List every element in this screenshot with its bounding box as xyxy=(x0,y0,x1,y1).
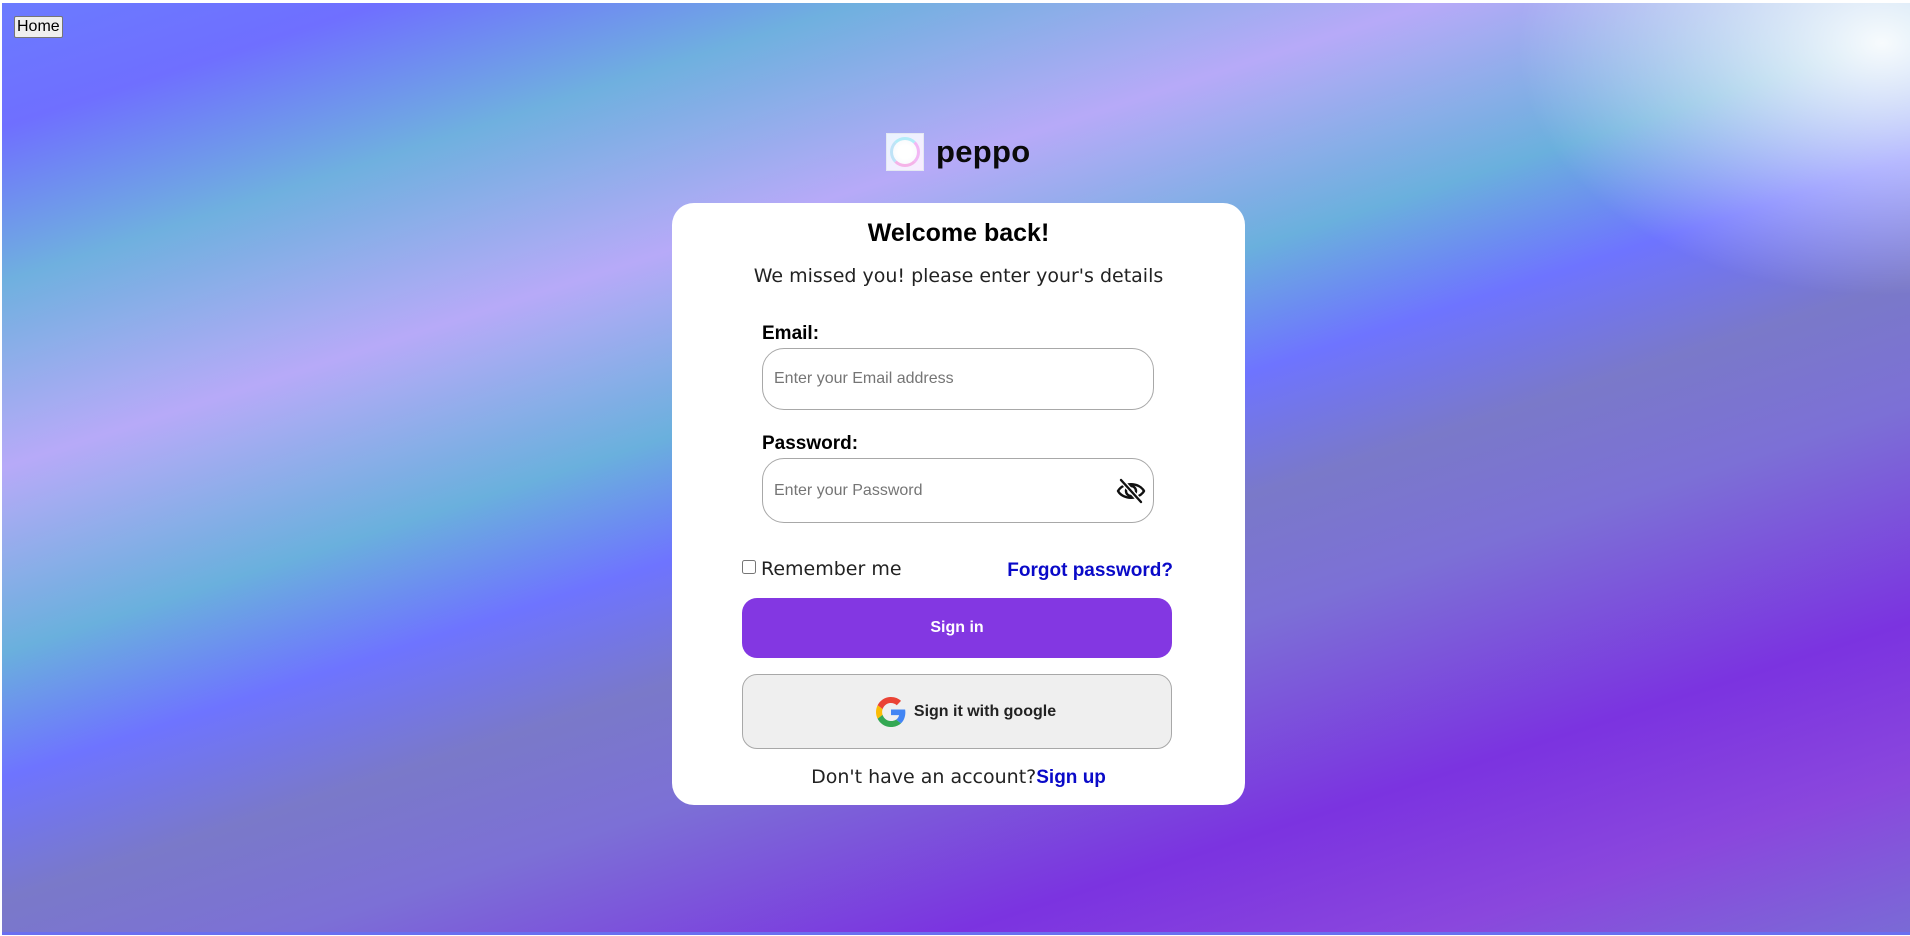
login-card: Welcome back! We missed you! please ente… xyxy=(672,203,1245,805)
brand-header: peppo xyxy=(886,133,1031,171)
sign-up-row: Don't have an account?Sign up xyxy=(672,766,1245,789)
page-subtitle: We missed you! please enter your's detai… xyxy=(753,265,1164,287)
email-field-box xyxy=(762,348,1154,410)
email-label: Email: xyxy=(762,323,820,344)
brand-name: peppo xyxy=(936,134,1031,169)
sign-up-link[interactable]: Sign up xyxy=(1036,767,1106,788)
password-label: Password: xyxy=(762,433,859,454)
password-field-box xyxy=(762,458,1154,523)
remember-me-checkbox[interactable] xyxy=(742,560,756,574)
peppo-logo-icon xyxy=(886,133,924,171)
page-title: Welcome back! xyxy=(867,219,1050,247)
forgot-password-link[interactable]: Forgot password? xyxy=(1007,560,1173,582)
password-field[interactable] xyxy=(774,459,1104,522)
page-background: Home peppo Welcome back! We missed you! … xyxy=(2,3,1910,935)
google-sign-in-button[interactable]: Sign it with google xyxy=(742,674,1172,749)
home-button[interactable]: Home xyxy=(14,16,63,38)
eye-slash-icon[interactable] xyxy=(1116,477,1146,505)
remember-me-label: Remember me xyxy=(761,558,902,580)
sign-in-button[interactable]: Sign in xyxy=(742,598,1172,658)
no-account-text: Don't have an account? xyxy=(811,766,1037,788)
remember-me-row: Remember me xyxy=(742,558,902,580)
google-button-label: Sign it with google xyxy=(913,702,1057,720)
google-icon xyxy=(875,696,906,727)
email-field[interactable] xyxy=(774,349,1104,409)
